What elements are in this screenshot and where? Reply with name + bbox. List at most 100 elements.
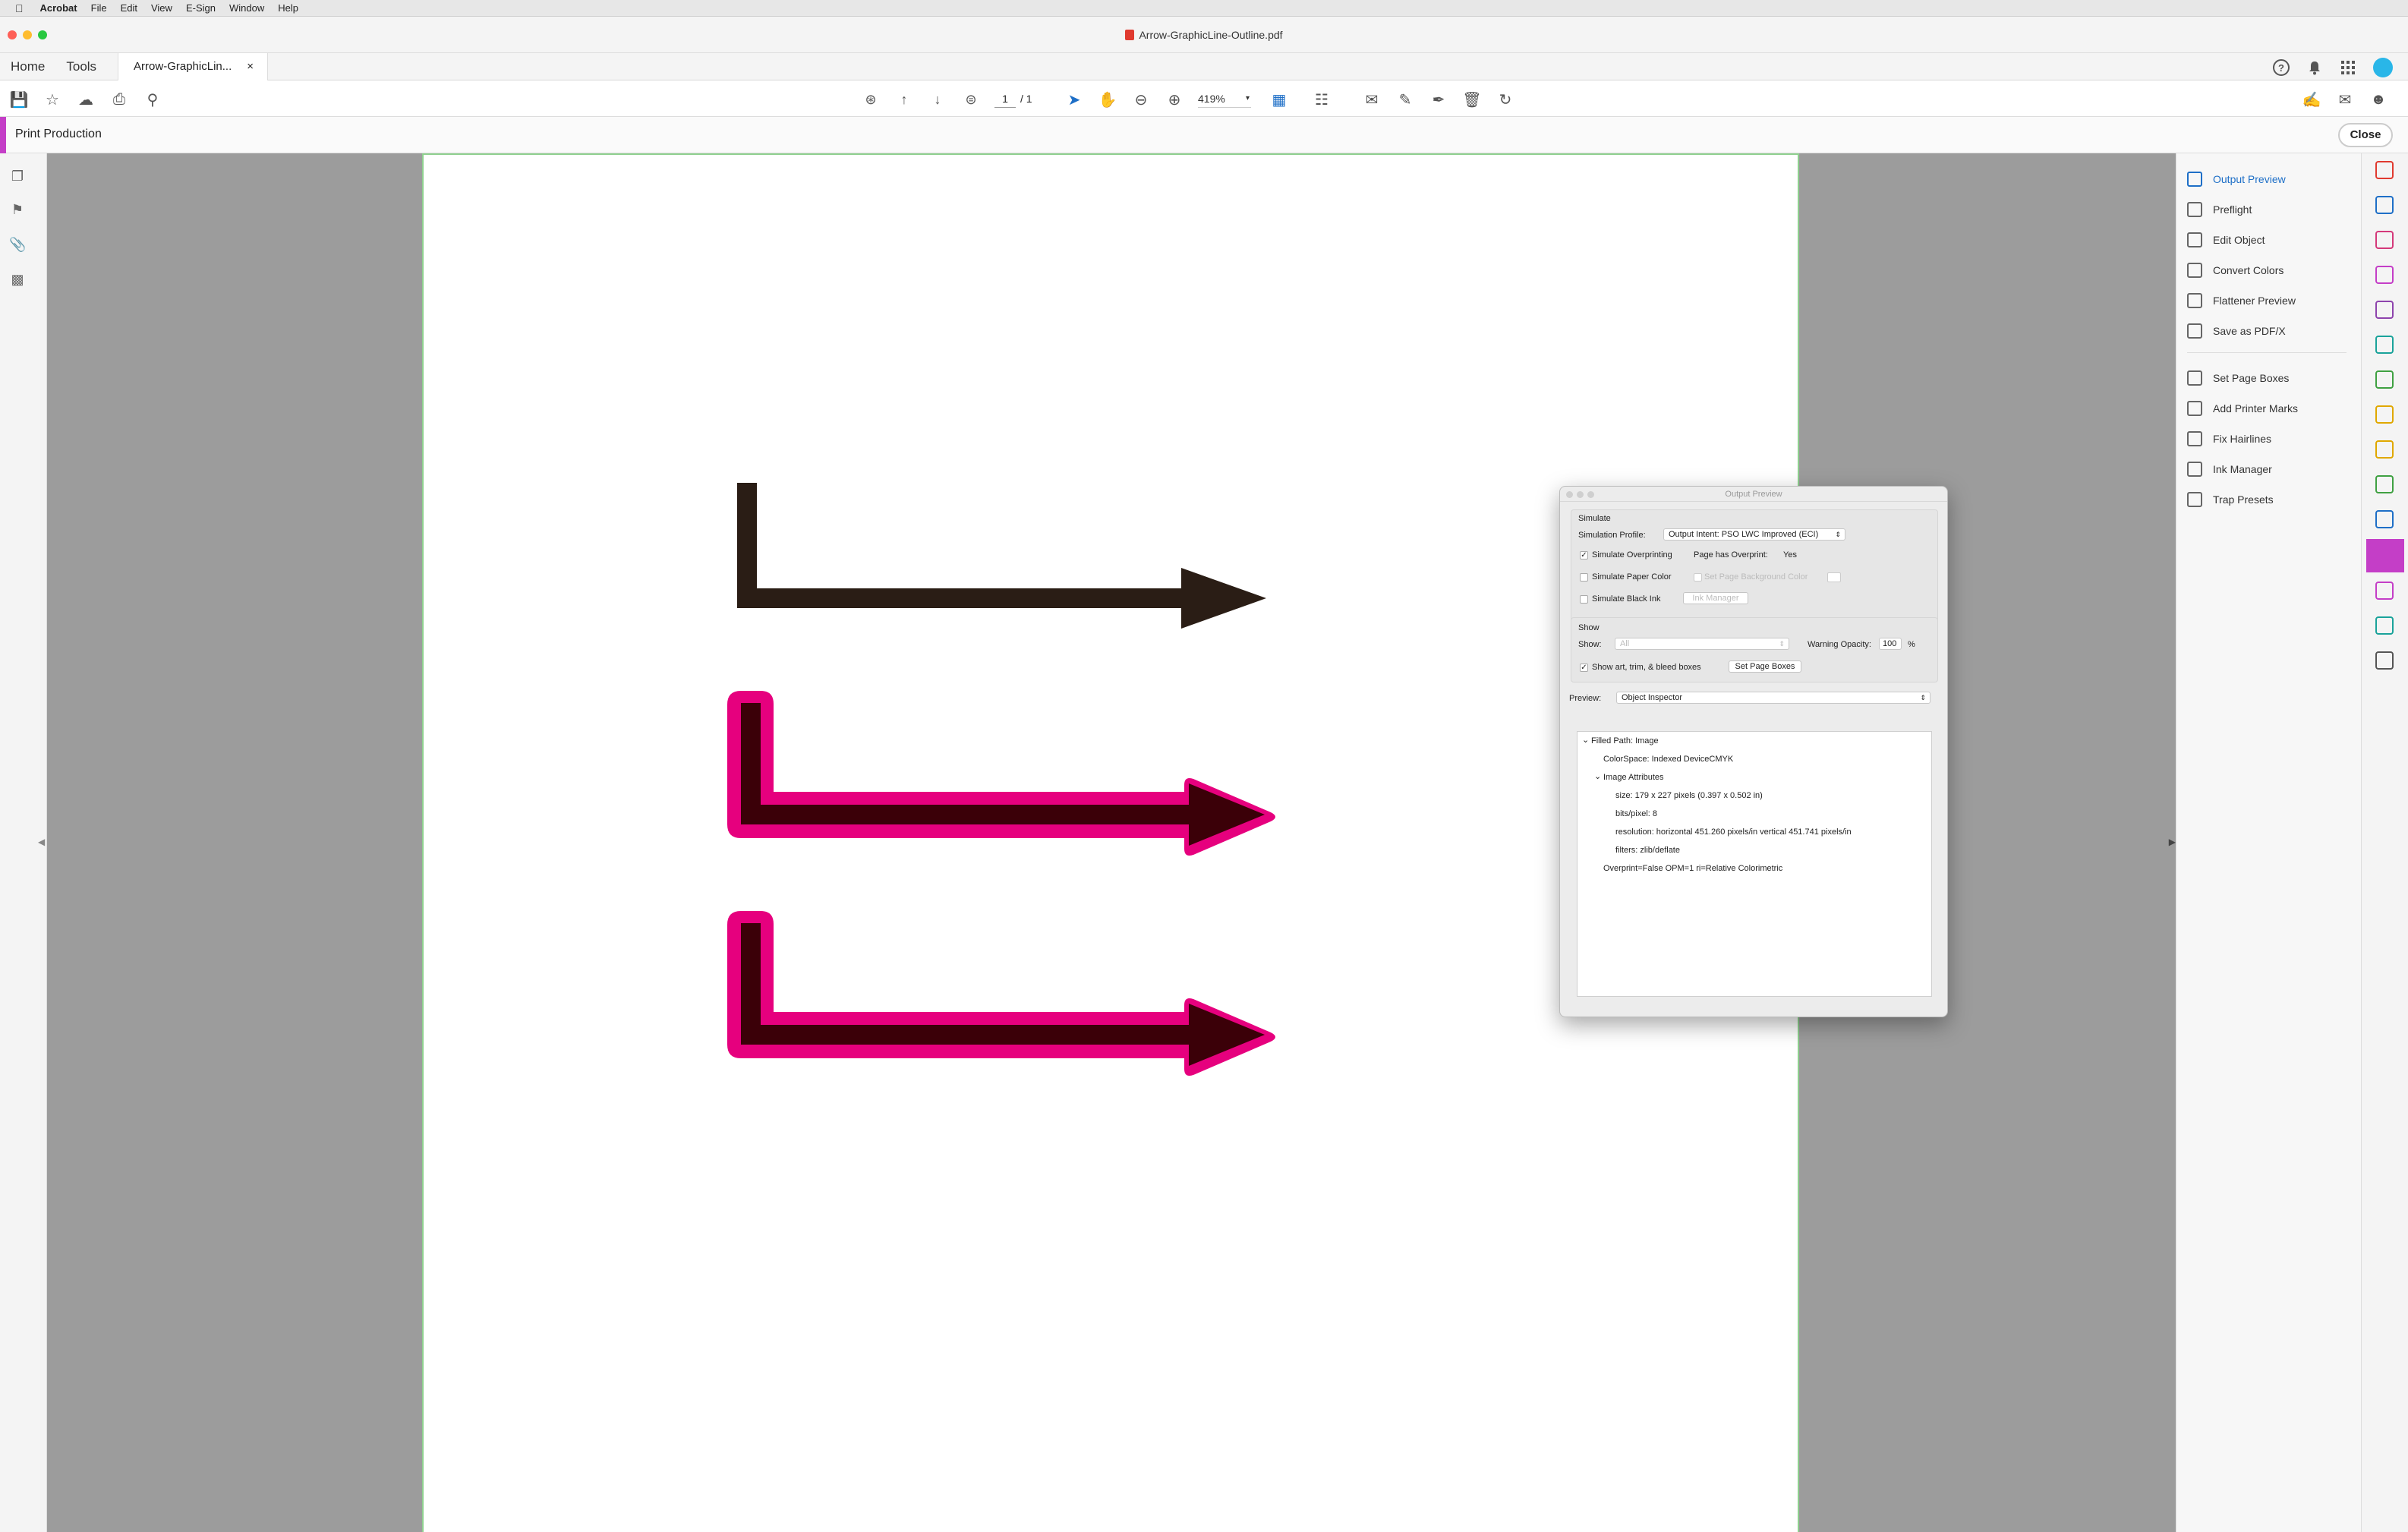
tool-flattener-preview[interactable]: Flattener Preview xyxy=(2187,290,2296,311)
tool-edit-object[interactable]: Edit Object xyxy=(2187,229,2265,251)
warning-opacity-input[interactable]: 100 xyxy=(1879,638,1902,650)
simulation-profile-select[interactable]: Output Intent: PSO LWC Improved (ECI) ⇕ xyxy=(1663,528,1845,541)
tool-save-as-pdfx[interactable]: Save as PDF/X xyxy=(2187,320,2286,342)
redact-icon[interactable] xyxy=(2375,582,2394,600)
edit-pdf-icon[interactable] xyxy=(2375,266,2394,284)
tool-output-preview[interactable]: Output Preview xyxy=(2187,169,2286,190)
tree-expand-icon[interactable]: ⌄ xyxy=(1582,735,1589,745)
user-avatar[interactable] xyxy=(2373,58,2393,77)
tool-ink-manager[interactable]: Ink Manager xyxy=(2187,459,2272,480)
tab-close-icon[interactable]: × xyxy=(247,60,254,73)
tool-label: Convert Colors xyxy=(2213,264,2284,276)
object-inspector-tree[interactable]: ⌄ Filled Path: Image ColorSpace: Indexed… xyxy=(1577,731,1932,997)
tool-convert-colors[interactable]: Convert Colors xyxy=(2187,260,2284,281)
tool-add-printer-marks[interactable]: Add Printer Marks xyxy=(2187,398,2298,419)
tab-document[interactable]: Arrow-GraphicLin... × xyxy=(118,52,269,80)
dialog-zoom-button[interactable] xyxy=(1587,491,1594,498)
organize-pages-icon[interactable] xyxy=(2375,231,2394,249)
tree-item-image-attributes[interactable]: Image Attributes xyxy=(1603,773,1664,782)
create-pdf-icon[interactable] xyxy=(2375,161,2394,179)
layers-icon[interactable]: ▩ xyxy=(9,272,26,288)
print-production-green-icon[interactable] xyxy=(2375,475,2394,493)
scan-ocr-icon[interactable] xyxy=(2375,370,2394,389)
close-tool-button[interactable]: Close xyxy=(2338,123,2393,147)
simulate-paper-color-checkbox[interactable] xyxy=(1580,573,1588,582)
tools-icon-rail xyxy=(2361,153,2408,1532)
printer-marks-icon xyxy=(2187,401,2202,416)
menu-view[interactable]: View xyxy=(151,2,172,14)
hand-tool-icon[interactable]: ✋ xyxy=(1098,90,1117,109)
stamp-icon[interactable] xyxy=(2375,616,2394,635)
zoom-level-select[interactable]: 419% ▾ xyxy=(1198,90,1251,108)
page-number-input[interactable]: 1 xyxy=(994,90,1016,108)
apple-icon[interactable]:  xyxy=(15,2,24,14)
menu-help[interactable]: Help xyxy=(278,2,298,14)
combine-files-icon[interactable] xyxy=(2375,196,2394,214)
menu-edit[interactable]: Edit xyxy=(121,2,137,14)
notifications-bell-icon[interactable] xyxy=(2306,59,2323,76)
collapse-right-icon[interactable]: ▶ xyxy=(2169,837,2176,847)
tab-home[interactable]: Home xyxy=(0,59,55,74)
menu-file[interactable]: File xyxy=(91,2,107,14)
dialog-close-button[interactable] xyxy=(1566,491,1573,498)
tool-fix-hairlines[interactable]: Fix Hairlines xyxy=(2187,428,2271,449)
tab-tools[interactable]: Tools xyxy=(55,59,107,74)
left-navigation-rail: ❐ ⚑ 📎 ▩ ◀ xyxy=(0,153,47,1532)
help-icon[interactable]: ? xyxy=(2273,59,2290,76)
preview-select[interactable]: Object Inspector ⇕ xyxy=(1616,692,1930,704)
tree-expand-icon[interactable]: ⌄ xyxy=(1594,771,1601,781)
first-page-icon[interactable]: ⊛ xyxy=(861,90,881,109)
protect-icon[interactable] xyxy=(2375,510,2394,528)
menu-esign[interactable]: E-Sign xyxy=(186,2,216,14)
tree-item-size: size: 179 x 227 pixels (0.397 x 0.502 in… xyxy=(1615,791,1763,800)
apps-grid-icon[interactable] xyxy=(2340,59,2356,76)
cloud-upload-icon[interactable]: ☁ xyxy=(76,90,96,109)
previous-page-icon[interactable]: ↑ xyxy=(894,90,914,109)
fit-page-icon[interactable]: ▦ xyxy=(1269,90,1289,109)
page-thumbnails-icon[interactable]: ❐ xyxy=(9,169,26,185)
delete-icon[interactable]: 🗑 xyxy=(1462,90,1482,109)
show-boxes-checkbox[interactable]: ✓ xyxy=(1580,664,1588,672)
simulate-overprinting-checkbox[interactable]: ✓ xyxy=(1580,551,1588,560)
preview-value: Object Inspector xyxy=(1622,693,1683,702)
sign-icon[interactable]: ✒ xyxy=(1429,90,1448,109)
tool-preflight[interactable]: Preflight xyxy=(2187,199,2252,220)
dialog-title: Output Preview xyxy=(1725,490,1782,499)
select-tool-icon[interactable]: ➤ xyxy=(1064,90,1084,109)
show-select: All ⇕ xyxy=(1615,638,1789,650)
next-page-icon[interactable]: ↓ xyxy=(928,90,947,109)
attachments-icon[interactable]: 📎 xyxy=(9,237,26,254)
set-page-boxes-button[interactable]: Set Page Boxes xyxy=(1729,660,1801,673)
comment-icon[interactable]: ✉ xyxy=(1362,90,1382,109)
menu-app-name[interactable]: Acrobat xyxy=(40,2,77,14)
scroll-mode-icon[interactable]: ☷ xyxy=(1312,90,1332,109)
dialog-titlebar[interactable]: Output Preview xyxy=(1560,487,1947,502)
print-production-active-icon[interactable] xyxy=(2366,539,2404,572)
email-icon[interactable]: ✉ xyxy=(2335,90,2355,109)
last-page-icon[interactable]: ⊜ xyxy=(961,90,981,109)
account-icon[interactable]: ☻ xyxy=(2369,90,2388,109)
more-tools-icon[interactable] xyxy=(2375,651,2394,670)
fill-and-sign-icon[interactable] xyxy=(2375,301,2394,319)
zoom-out-icon[interactable]: ⊖ xyxy=(1131,90,1151,109)
save-as-pdfx-icon xyxy=(2187,323,2202,339)
bookmark-star-icon[interactable]: ☆ xyxy=(43,90,62,109)
tree-item-filled-path[interactable]: Filled Path: Image xyxy=(1591,736,1659,746)
bookmarks-icon[interactable]: ⚑ xyxy=(9,202,26,219)
compare-files-icon[interactable] xyxy=(2375,405,2394,424)
zoom-in-icon[interactable]: ⊕ xyxy=(1165,90,1184,109)
search-icon[interactable]: ⚲ xyxy=(143,90,162,109)
tool-trap-presets[interactable]: Trap Presets xyxy=(2187,489,2274,510)
simulate-black-ink-checkbox[interactable] xyxy=(1580,595,1588,604)
comment-tool-icon[interactable] xyxy=(2375,440,2394,459)
export-pdf-icon[interactable] xyxy=(2375,336,2394,354)
print-icon[interactable]: ⎙ xyxy=(109,90,129,109)
dialog-minimize-button[interactable] xyxy=(1577,491,1584,498)
menu-window[interactable]: Window xyxy=(229,2,264,14)
tool-set-page-boxes[interactable]: Set Page Boxes xyxy=(2187,367,2289,389)
save-icon[interactable]: 💾 xyxy=(9,90,29,109)
rotate-icon[interactable]: ↻ xyxy=(1496,90,1515,109)
fill-sign-icon[interactable]: ✍ xyxy=(2302,90,2321,109)
collapse-left-icon[interactable]: ◀ xyxy=(38,837,45,847)
highlight-pen-icon[interactable]: ✎ xyxy=(1395,90,1415,109)
